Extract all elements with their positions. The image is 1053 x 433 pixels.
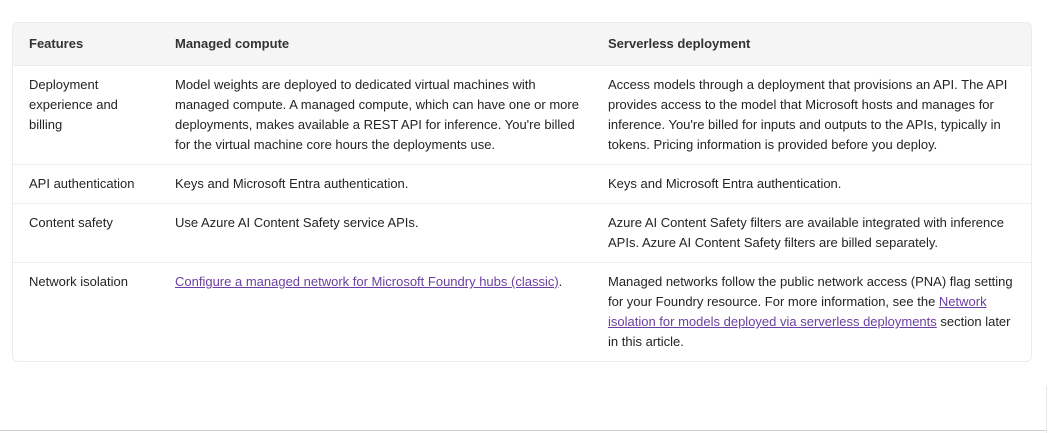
feature-cell: API authentication [13, 164, 159, 204]
feature-cell: Network isolation [13, 262, 159, 361]
managed-cell: Configure a managed network for Microsof… [159, 262, 592, 361]
serverless-cell: Access models through a deployment that … [592, 65, 1031, 165]
panel-edge [1046, 386, 1053, 433]
comparison-table-card: Features Managed compute Serverless depl… [12, 22, 1032, 362]
table-row: Network isolation Configure a managed ne… [13, 262, 1031, 361]
header-row: Features Managed compute Serverless depl… [13, 23, 1031, 66]
page: Features Managed compute Serverless depl… [0, 0, 1053, 433]
table-row: API authentication Keys and Microsoft En… [13, 164, 1031, 204]
serverless-cell: Managed networks follow the public netwo… [592, 262, 1031, 361]
table-row: Deployment experience and billing Model … [13, 65, 1031, 165]
serverless-cell: Keys and Microsoft Entra authentication. [592, 164, 1031, 204]
bottom-divider [0, 430, 1046, 431]
serverless-cell: Azure AI Content Safety filters are avai… [592, 203, 1031, 263]
table-row: Content safety Use Azure AI Content Safe… [13, 203, 1031, 263]
managed-cell: Use Azure AI Content Safety service APIs… [159, 203, 592, 263]
header-managed-compute: Managed compute [159, 23, 592, 66]
managed-cell: Keys and Microsoft Entra authentication. [159, 164, 592, 204]
header-features: Features [13, 23, 159, 66]
comparison-table: Features Managed compute Serverless depl… [13, 23, 1031, 361]
feature-cell: Content safety [13, 203, 159, 263]
managed-cell: Model weights are deployed to dedicated … [159, 65, 592, 165]
table-header: Features Managed compute Serverless depl… [13, 23, 1031, 66]
table-body: Deployment experience and billing Model … [13, 65, 1031, 361]
managed-suffix: . [558, 274, 563, 289]
managed-network-link[interactable]: Configure a managed network for Microsof… [175, 274, 559, 289]
header-serverless-deployment: Serverless deployment [592, 23, 1031, 66]
feature-cell: Deployment experience and billing [13, 65, 159, 165]
